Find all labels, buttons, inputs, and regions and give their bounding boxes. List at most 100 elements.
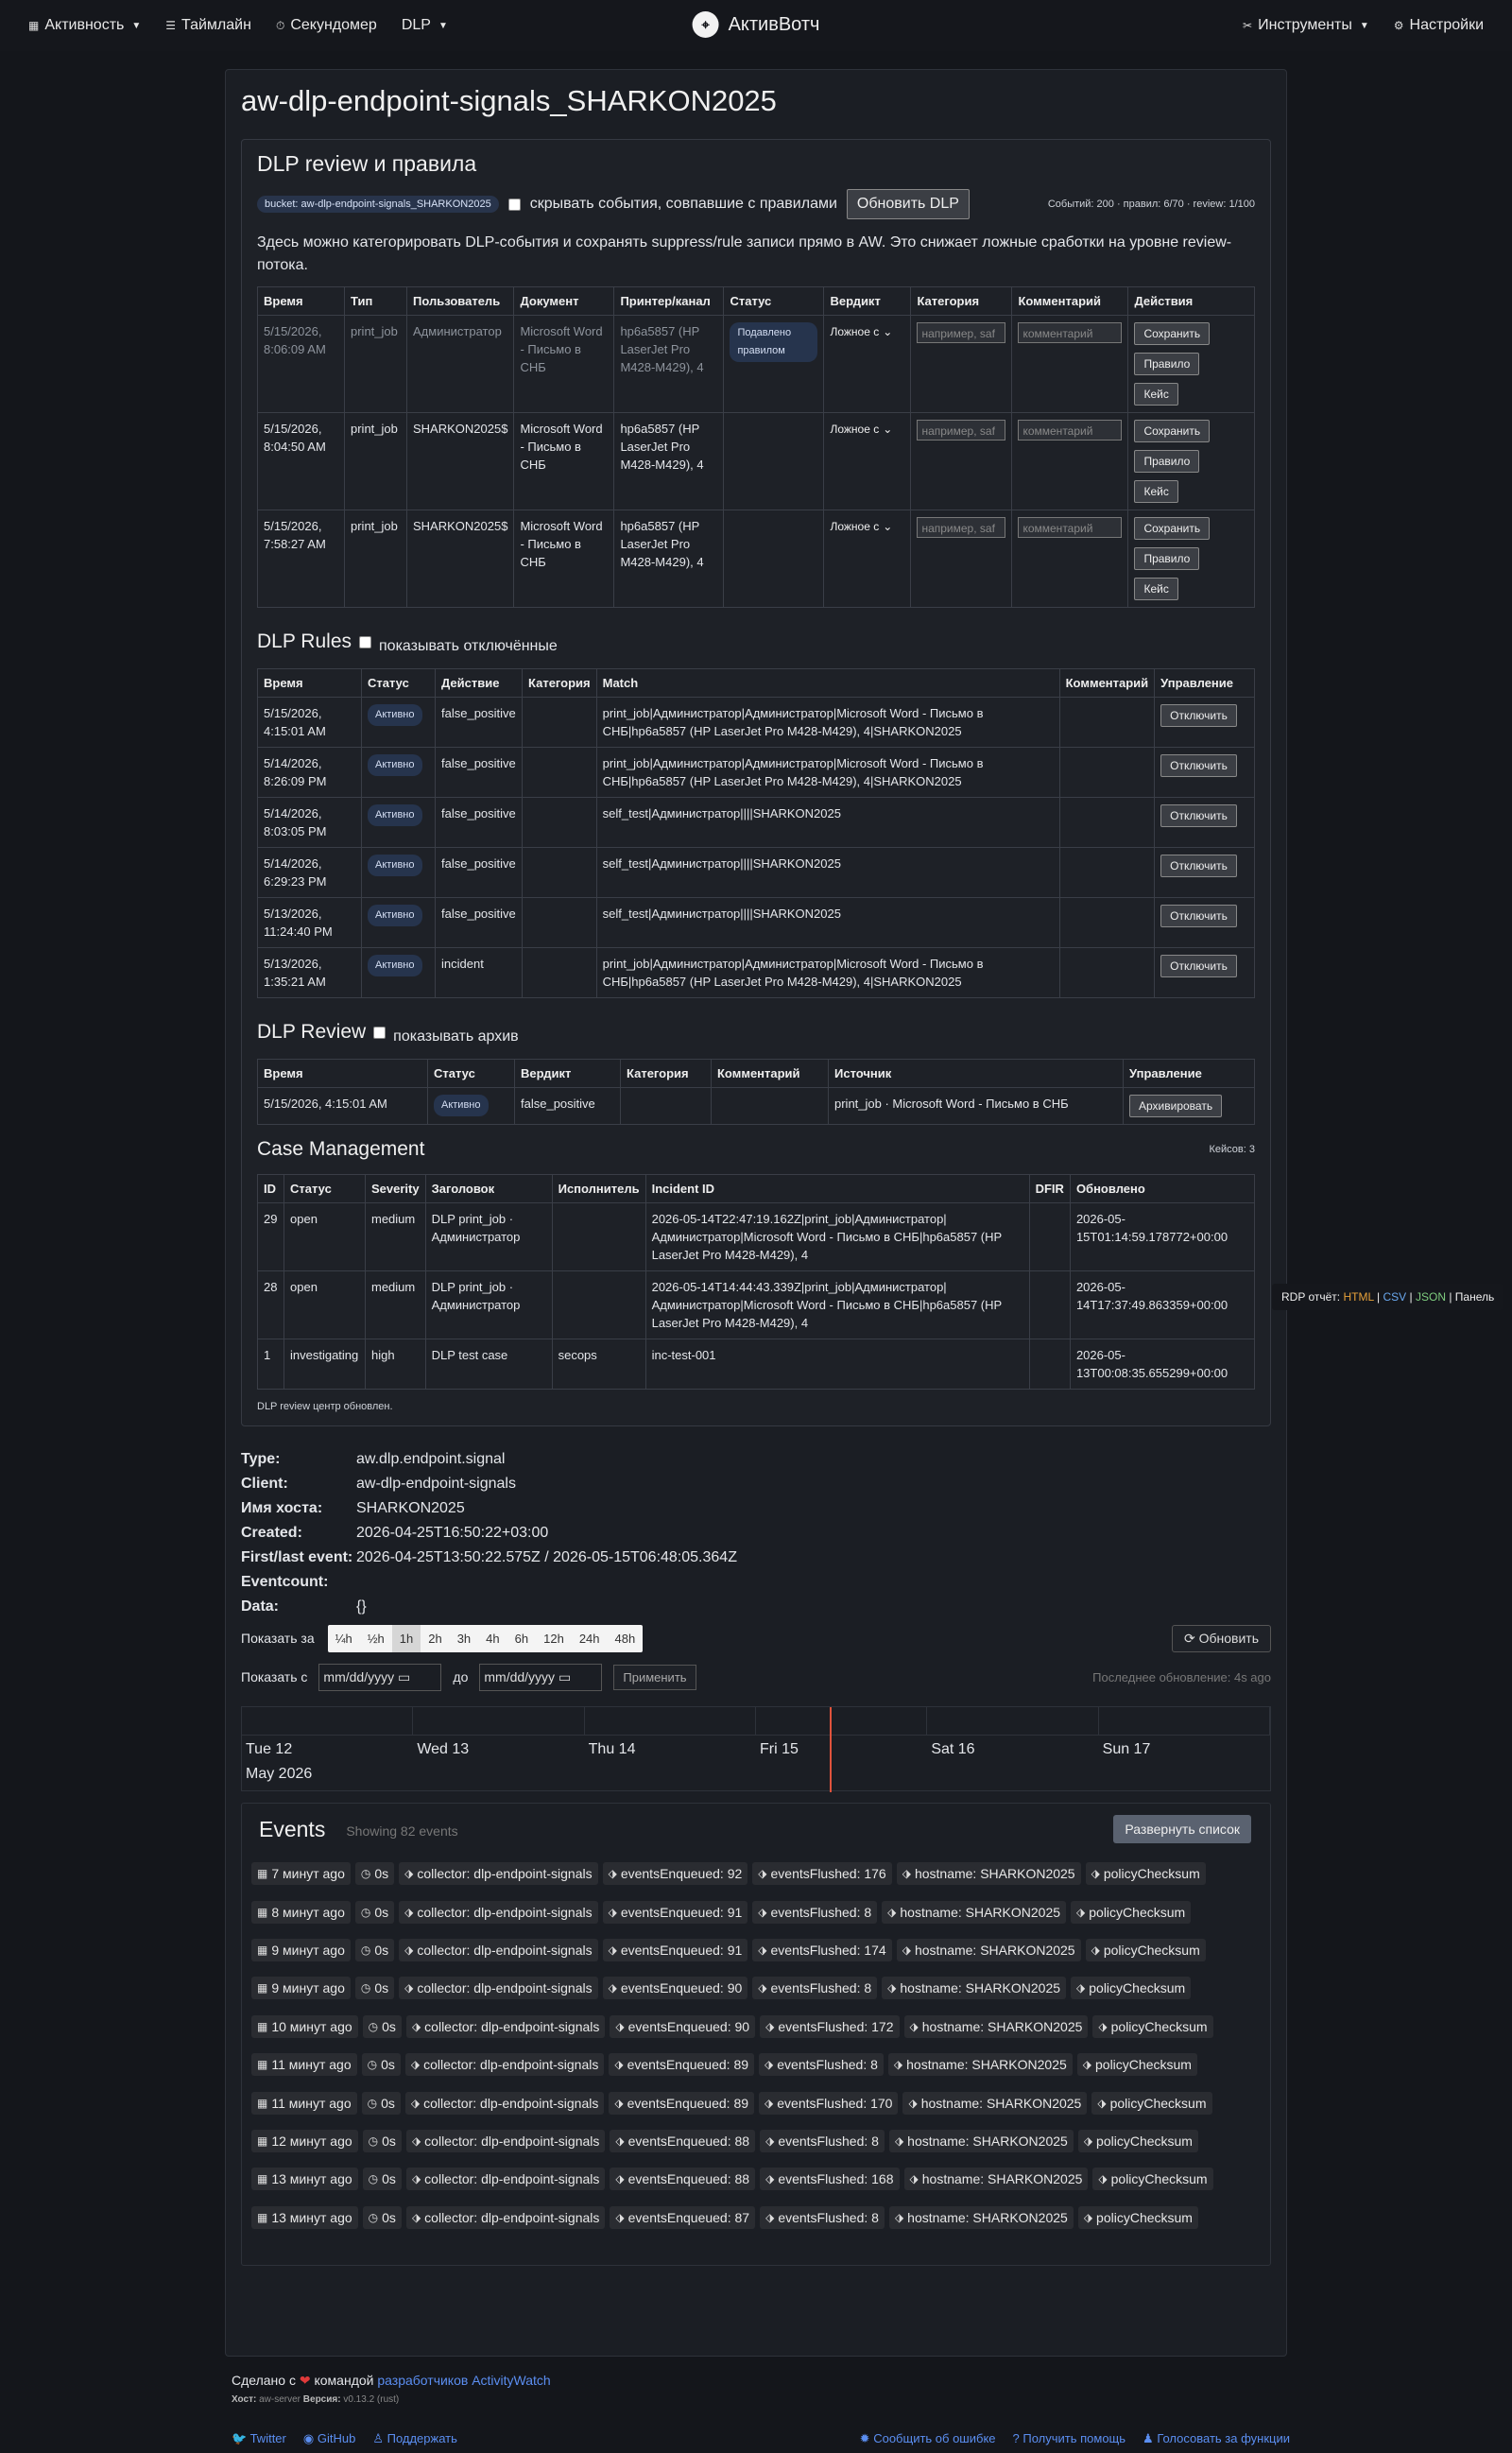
event-duration-chip-text: 0s — [374, 1866, 389, 1882]
twitter-link[interactable]: 🐦 Twitter — [232, 2431, 286, 2446]
range-option-button[interactable]: 48h — [608, 1625, 644, 1652]
aw-developers-link[interactable]: разработчиков ActivityWatch — [377, 2373, 550, 2388]
list-item[interactable]: ▦ 13 минут ago ◷ 0s ⬗ collector: dlp-endpoint… — [251, 2160, 1270, 2198]
save-button[interactable]: Сохранить — [1134, 517, 1211, 540]
event-data-chip: ⬗ hostname: SHARKON2025 — [888, 2129, 1074, 2152]
nav-settings[interactable]: ⚙ Настройки — [1394, 17, 1484, 34]
list-item[interactable]: ▦ 12 минут ago ◷ 0s ⬗ collector: dlp-endpoint… — [251, 2122, 1270, 2160]
nav-activity-dropdown[interactable]: ▦ Активность ▼ — [28, 17, 141, 34]
case-button[interactable]: Кейс — [1134, 578, 1178, 600]
rule-category — [522, 847, 597, 898]
range-option-button[interactable]: 4h — [478, 1625, 507, 1652]
get-help-link[interactable]: ? Получить помощь — [1013, 2431, 1126, 2446]
category-input[interactable]: например, saf — [917, 322, 1006, 343]
nav-settings-label: Настройки — [1409, 17, 1484, 33]
range-option-button[interactable]: 1h — [391, 1624, 421, 1652]
event-data-chip: ⬗ policyChecksum — [1085, 1938, 1206, 1961]
disable-rule-button[interactable]: Отключить — [1160, 905, 1237, 927]
range-option-button[interactable]: 6h — [507, 1625, 536, 1652]
events-header: Events Showing 82 events Развернуть спис… — [251, 1813, 1270, 1845]
event-data-chip: ⬗ hostname: SHARKON2025 — [882, 1900, 1067, 1924]
rdp-json-link[interactable]: JSON — [1416, 1290, 1446, 1304]
hide-matched-checkbox[interactable] — [507, 198, 521, 211]
event-data-chip: ⬗ eventsEnqueued: 92 — [602, 1862, 748, 1886]
event-data-chip-text: collector: dlp-endpoint-signals — [424, 2133, 600, 2149]
comment-input[interactable]: комментарий — [1018, 420, 1123, 441]
list-item[interactable]: ▦ 7 минут ago ◷ 0s ⬗ collector: dlp-endpoint-… — [251, 1855, 1270, 1892]
list-item[interactable]: ▦ 8 минут ago ◷ 0s ⬗ collector: dlp-endpoint-… — [251, 1892, 1270, 1930]
disable-rule-button[interactable]: Отключить — [1160, 855, 1237, 877]
disable-rule-button[interactable]: Отключить — [1160, 704, 1237, 727]
disable-rule-button[interactable]: Отключить — [1160, 804, 1237, 827]
rdp-csv-link[interactable]: CSV — [1383, 1290, 1407, 1304]
nav-tools-dropdown[interactable]: ✂ Инструменты ▼ — [1243, 17, 1369, 34]
expand-list-button[interactable]: Развернуть список — [1113, 1815, 1251, 1843]
event-data-chip-text: eventsEnqueued: 89 — [627, 2057, 749, 2073]
list-item[interactable]: ▦ 9 минут ago ◷ 0s ⬗ collector: dlp-endpoint-… — [251, 1969, 1270, 2007]
vote-features-link[interactable]: ♟ Голосовать за функции — [1143, 2431, 1290, 2446]
show-archive-checkbox[interactable] — [373, 1026, 387, 1039]
range-option-button[interactable]: 24h — [572, 1625, 608, 1652]
nav-timeline[interactable]: ☰ Таймлайн — [165, 17, 251, 34]
tag-icon: ⬗ — [765, 2172, 775, 2186]
rule-action: false_positive — [435, 797, 523, 848]
case-assignee: secops — [551, 1339, 646, 1390]
range-option-button[interactable]: ¼h — [328, 1625, 360, 1652]
clock-icon: ◷ — [360, 1943, 371, 1957]
rule-button[interactable]: Правило — [1134, 353, 1200, 375]
verdict-select[interactable]: Ложное с ⌄ — [830, 518, 892, 536]
column-header: Документ — [513, 286, 615, 316]
event-printer-text: hp6a5857 (HP LaserJet Pro M428-M429), 4 — [620, 422, 704, 472]
comment-input[interactable]: комментарий — [1018, 322, 1123, 343]
refresh-dlp-button[interactable]: Обновить DLP — [846, 189, 970, 219]
save-button[interactable]: Сохранить — [1134, 322, 1211, 345]
disable-rule-button[interactable]: Отключить — [1160, 955, 1237, 977]
nav-dlp-dropdown[interactable]: DLP ▼ — [402, 17, 448, 34]
list-item[interactable]: ▦ 11 минут ago ◷ 0s ⬗ collector: dlp-endpoint… — [251, 2083, 1270, 2121]
verdict-select[interactable]: Ложное с ⌄ — [830, 421, 892, 439]
event-data-chip-text: eventsEnqueued: 88 — [627, 2171, 750, 2187]
donate-link[interactable]: ♙ Поддержать — [372, 2431, 457, 2446]
rdp-html-link[interactable]: HTML — [1343, 1290, 1373, 1304]
range-option-button[interactable]: ½h — [360, 1625, 392, 1652]
rdp-panel-link[interactable]: Панель — [1455, 1290, 1494, 1304]
list-item[interactable]: ▦ 10 минут ago ◷ 0s ⬗ collector: dlp-endpoint… — [251, 2008, 1270, 2046]
meta-value: aw-dlp-endpoint-signals — [356, 1476, 516, 1492]
case-button[interactable]: Кейс — [1134, 480, 1178, 503]
refresh-button[interactable]: ⟳ Обновить — [1171, 1624, 1271, 1652]
github-link[interactable]: ◉ GitHub — [303, 2431, 355, 2446]
apply-button[interactable]: Применить — [613, 1664, 696, 1690]
range-option-button[interactable]: 12h — [536, 1625, 572, 1652]
disable-rule-button[interactable]: Отключить — [1160, 754, 1237, 777]
rule-button[interactable]: Правило — [1134, 450, 1200, 473]
review-time: 5/15/2026, 4:15:01 AM — [257, 1087, 428, 1125]
rule-match: self_test|Администратор||||SHARKON2025 — [595, 897, 1060, 948]
timeline-day-label: Fri 15 — [759, 1741, 799, 1757]
verdict-select[interactable]: Ложное с ⌄ — [830, 323, 892, 341]
save-button[interactable]: Сохранить — [1134, 420, 1211, 442]
brand-link[interactable]: ⌖ АктивВотч — [692, 11, 819, 38]
category-input[interactable]: например, saf — [917, 420, 1006, 441]
tag-icon: ⬗ — [1076, 1905, 1086, 1919]
list-item[interactable]: ▦ 9 минут ago ◷ 0s ⬗ collector: dlp-endpoint-… — [251, 1931, 1270, 1969]
made-middle: командой — [314, 2373, 374, 2388]
nav-stopwatch[interactable]: ⏱ Секундомер — [276, 17, 377, 34]
rule-button[interactable]: Правило — [1134, 547, 1200, 570]
event-data-chip: ⬗ eventsEnqueued: 90 — [602, 1977, 748, 2000]
list-item[interactable]: ▦ 13 минут ago ◷ 0s ⬗ collector: dlp-endpoint… — [251, 2199, 1270, 2237]
date-from-input[interactable]: mm/dd/yyyy ▭ — [318, 1663, 442, 1691]
comment-input[interactable]: комментарий — [1018, 517, 1123, 538]
range-option-button[interactable]: 2h — [421, 1625, 449, 1652]
date-to-input[interactable]: mm/dd/yyyy ▭ — [479, 1663, 603, 1691]
event-time-chip-text: 9 минут ago — [271, 1980, 345, 1996]
case-button[interactable]: Кейс — [1134, 383, 1178, 406]
timeline[interactable]: Tue 12 Wed 13 Thu 14 Fri 15 Sat 16 Sun 17 May… — [241, 1706, 1271, 1792]
column-header: Управление — [1123, 1059, 1255, 1088]
range-option-button[interactable]: 3h — [450, 1625, 478, 1652]
list-item[interactable]: ▦ 11 минут ago ◷ 0s ⬗ collector: dlp-endpoint… — [251, 2046, 1270, 2083]
report-bug-link[interactable]: ✹ Сообщить об ошибке — [860, 2431, 996, 2446]
archive-button[interactable]: Архивировать — [1129, 1095, 1223, 1117]
show-disabled-checkbox[interactable] — [359, 635, 371, 648]
category-input[interactable]: например, saf — [917, 517, 1006, 538]
rule-time-text: 5/14/2026, 8:03:05 PM — [264, 806, 327, 838]
